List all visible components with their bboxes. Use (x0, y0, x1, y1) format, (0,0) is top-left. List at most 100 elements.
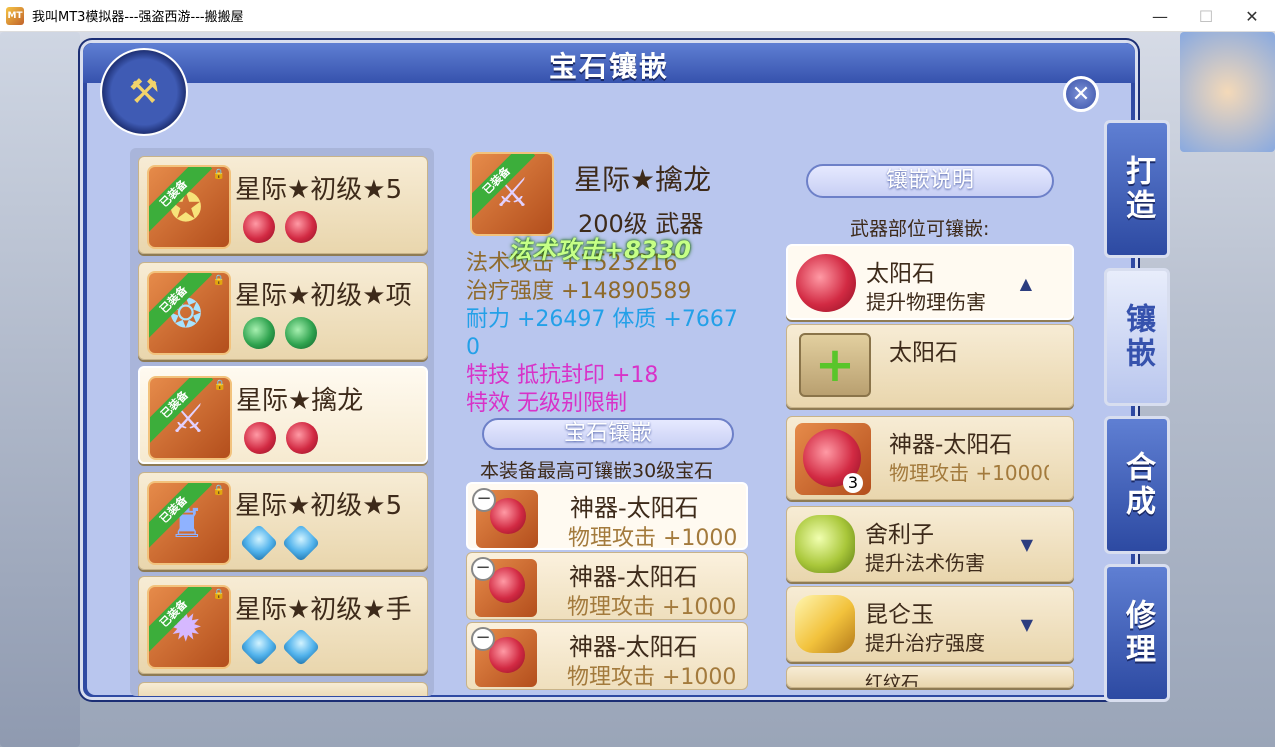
weapon-name: 星际★擒龙 (574, 163, 712, 196)
gem-row (243, 211, 317, 243)
tab-forge[interactable]: 打造 (1104, 120, 1170, 258)
equipment-list[interactable]: ✪ 🔒 已装备 星际★初级★5 ❂ 🔒 已装备 星际★初级★项 ⚔ 🔒 已装备 星际★擒龙 … (130, 148, 434, 696)
panel-title: 宝石镶嵌 (548, 50, 669, 83)
slot-gem-value: 物理攻击 +1000 (568, 526, 738, 551)
maximize-button[interactable]: ☐ (1183, 0, 1229, 32)
sun-stone-icon (796, 254, 856, 312)
gem-count-badge: 3 (843, 473, 863, 493)
remove-gem-button[interactable]: − (472, 488, 496, 512)
socket-section-title: 宝石镶嵌 (482, 418, 734, 450)
equipment-name: 星际★初级★5 (235, 491, 403, 521)
red-gem-icon (243, 211, 275, 243)
remove-gem-button[interactable]: − (471, 557, 495, 581)
slot-gem-value: 物理攻击 +1000 (567, 595, 737, 620)
socket-slot[interactable]: − 神器-太阳石 物理攻击 +1000 (466, 552, 748, 620)
equipment-icon: ⚔ 🔒 已装备 (148, 376, 232, 460)
equipment-name: 星际★初级★手 (235, 595, 412, 625)
stat-row: 特技 抵抗封印 +18 (466, 363, 659, 388)
gem-type-item[interactable]: 舍利子 提升法术伤害 ▼ (786, 506, 1074, 582)
add-gem-plus-icon[interactable]: + (799, 333, 871, 397)
equipment-icon: ❂ 🔒 已装备 (147, 271, 231, 355)
panel-close-button[interactable]: ✕ (1063, 76, 1099, 112)
weapon-stats: 法术攻击 +1523216 治疗强度 +14890589 耐力 +26497 体… (466, 250, 766, 418)
gem-type-item-partial[interactable]: 红纹石 (786, 666, 1074, 688)
weapon-icon: ⚔ 已装备 (470, 152, 554, 236)
equipment-icon: ✪ 🔒 已装备 (147, 165, 231, 249)
blue-gem-icon (239, 627, 279, 667)
gem-type-item[interactable]: 昆仑玉 提升治疗强度 ▼ (786, 586, 1074, 662)
gem-row (239, 627, 321, 667)
window-controls: — ☐ ✕ (1137, 0, 1275, 32)
gem-type-desc: 提升法术伤害 (865, 551, 985, 575)
weapon-detail: ⚔ 已装备 星际★擒龙 200级 武器 法术攻击 +1523216 治疗强度 +1… (456, 148, 776, 696)
gem-type-name: 神器-太阳石 (889, 432, 1013, 458)
minimize-button[interactable]: — (1137, 0, 1183, 32)
gem-stack-item[interactable]: 3 神器-太阳石 物理攻击 +10000 (786, 416, 1074, 500)
equipment-item[interactable]: ✹ 🔒 已装备 星际★初级★手 (138, 576, 428, 674)
socket-max-level-text: 本装备最高可镶嵌30级宝石 (480, 460, 714, 482)
tab-combine[interactable]: 合成 (1104, 416, 1170, 554)
window-title: 我叫MT3模拟器---强盗西游---搬搬屋 (32, 10, 244, 25)
player-avatar[interactable] (1180, 32, 1275, 152)
equipment-item[interactable]: ✪ 🔒 已装备 星际★初级★5 (138, 156, 428, 254)
gem-type-name: 昆仑玉 (865, 602, 934, 628)
equipment-icon: ♜ 🔒 已装备 (147, 481, 231, 565)
gem-row (239, 523, 321, 563)
gem-type-desc: 物理攻击 +10000 (889, 461, 1049, 485)
gem-row (243, 317, 317, 349)
window-titlebar: MT 我叫MT3模拟器---强盗西游---搬搬屋 — ☐ ✕ (0, 0, 1275, 32)
expand-arrow-icon[interactable]: ▼ (1021, 535, 1033, 554)
slot-gem-name: 神器-太阳石 (569, 633, 698, 661)
blue-gem-icon (281, 627, 321, 667)
expand-arrow-icon[interactable]: ▼ (1021, 615, 1033, 634)
app-icon: MT (6, 6, 24, 25)
slot-gem-name: 神器-太阳石 (569, 563, 698, 591)
gem-type-desc: 提升治疗强度 (865, 631, 985, 655)
slot-gem-value: 物理攻击 +1000 (567, 665, 737, 690)
gem-type-desc: 提升物理伤害 (866, 290, 986, 314)
collapse-arrow-icon[interactable]: ▲ (1020, 274, 1032, 293)
kunlun-jade-icon (795, 595, 855, 653)
blue-gem-icon (281, 523, 321, 563)
inlay-explanation: 镶嵌说明 武器部位可镶嵌: 太阳石 提升物理伤害 ▲ + 太阳石 3 神器-太阳… (786, 148, 1078, 696)
explain-title: 镶嵌说明 (806, 164, 1054, 198)
equipment-name: 星际★初级★5 (235, 175, 403, 205)
red-gem-icon (286, 422, 318, 454)
red-gem-icon (244, 422, 276, 454)
tab-repair[interactable]: 修理 (1104, 564, 1170, 702)
equipment-name: 星际★擒龙 (236, 386, 364, 416)
gem-row (244, 422, 318, 454)
stat-row: 耐力 +26497 体质 +7667 (466, 307, 738, 332)
forge-emblem-icon: ⚒ (100, 48, 188, 136)
remove-gem-button[interactable]: − (471, 627, 495, 651)
tab-inlay[interactable]: 镶嵌 (1104, 268, 1170, 406)
gem-type-name: 太阳石 (866, 261, 935, 287)
floating-stat-text: 法术攻击+8330 (508, 236, 691, 264)
slot-gem-name: 神器-太阳石 (570, 494, 699, 522)
close-window-button[interactable]: ✕ (1229, 0, 1275, 32)
socket-slot[interactable]: − 神器-太阳石 物理攻击 +1000 (466, 622, 748, 690)
gem-type-name: 舍利子 (865, 522, 934, 548)
gem-type-name: 红纹石 (865, 673, 919, 688)
equipment-item-selected[interactable]: ⚔ 🔒 已装备 星际★擒龙 (138, 366, 428, 464)
stat-row: 特效 无级别限制 (466, 391, 627, 416)
gem-type-item[interactable]: 太阳石 提升物理伤害 ▲ (786, 244, 1074, 320)
equipment-item-partial[interactable] (138, 682, 428, 696)
green-gem-icon (285, 317, 317, 349)
gem-add-item[interactable]: + 太阳石 (786, 324, 1074, 408)
equipment-icon: ✹ 🔒 已装备 (147, 585, 231, 669)
socket-slot[interactable]: − 神器-太阳石 物理攻击 +1000 (466, 482, 748, 551)
gem-type-name: 太阳石 (889, 340, 958, 366)
stat-row: 治疗强度 +14890589 (466, 279, 692, 304)
stat-row: 0 (466, 335, 480, 360)
equipment-name: 星际★初级★项 (235, 281, 412, 311)
blue-gem-icon (239, 523, 279, 563)
red-gem-icon (285, 211, 317, 243)
panel-header: 宝石镶嵌 (83, 43, 1135, 83)
sarira-icon (795, 515, 855, 573)
green-gem-icon (243, 317, 275, 349)
background-left (0, 32, 80, 747)
equipment-item[interactable]: ♜ 🔒 已装备 星际★初级★5 (138, 472, 428, 570)
explain-subtitle: 武器部位可镶嵌: (850, 218, 990, 240)
equipment-item[interactable]: ❂ 🔒 已装备 星际★初级★项 (138, 262, 428, 360)
